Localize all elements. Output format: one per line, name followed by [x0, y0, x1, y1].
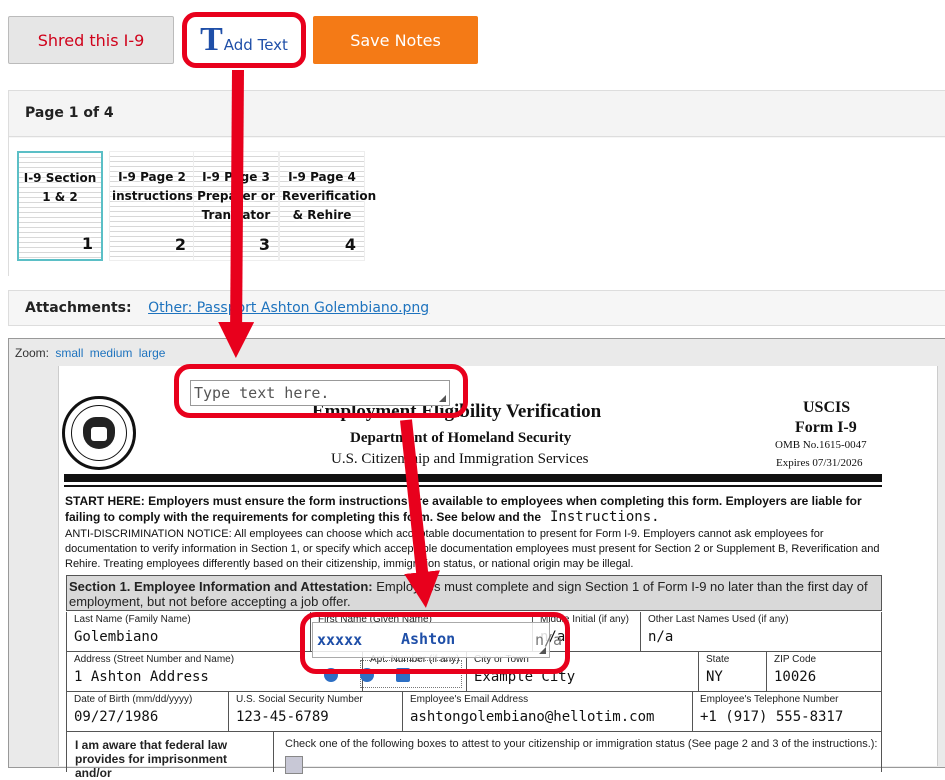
annotation-arrows	[218, 69, 441, 608]
arrow-to-text-box	[218, 69, 255, 358]
arrow-to-first-name	[400, 419, 441, 608]
